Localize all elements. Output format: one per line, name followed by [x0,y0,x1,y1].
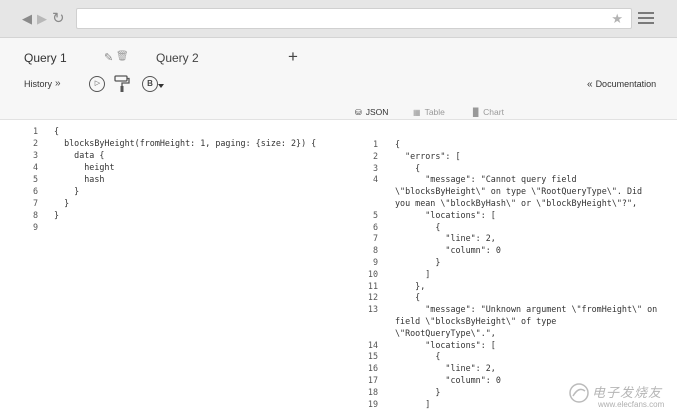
browser-toolbar: ◀ ▶ ↻ ★ [0,0,677,38]
back-icon[interactable]: ◀ [22,11,32,27]
result-text: ] [395,268,431,279]
tab-query-1[interactable]: Query 1 [24,51,67,65]
bar-chart-icon: ▉ [473,108,480,117]
result-text: "line": 2, [395,233,496,244]
watermark-url: www.elecfans.com [598,400,665,409]
line-number: 1 [372,139,378,149]
reload-icon[interactable]: ↻ [52,9,65,27]
line-number: 9 [372,257,378,267]
forward-icon[interactable]: ▶ [37,11,47,27]
run-query-button[interactable]: ▷ [89,76,105,92]
view-chart-label: Chart [483,107,504,117]
line-number: 18 [367,386,378,397]
result-text: ] [395,398,431,409]
result-text: { [395,139,401,149]
documentation-label: Documentation [595,79,657,89]
result-text: "locations": [ [395,209,496,220]
result-text: { [395,162,421,173]
chevron-double-right-icon[interactable]: » [55,78,61,89]
result-text: "line": 2, [395,363,496,374]
result-text: { [395,221,441,232]
code-text[interactable]: } [54,185,79,197]
result-text: { [395,292,421,303]
result-text: } [395,386,441,397]
tab-query-2[interactable]: Query 2 [156,51,199,65]
chevron-double-left-icon: « [587,79,593,90]
result-text: field \"blocksByHeight\" of type [395,316,557,326]
line-number: 7 [32,198,38,208]
result-text: "message": "Unknown argument \"fromHeigh… [395,304,658,315]
result-text: "errors": [ [395,150,461,161]
history-button[interactable]: History [24,79,52,89]
view-json-label: JSON [365,107,389,117]
line-number: 19 [367,398,378,409]
view-json-tab[interactable]: ⛁ JSON [355,107,388,117]
pencil-icon[interactable]: ✎ [104,51,113,64]
result-text: \"RootQueryType\".", [395,327,496,338]
database-icon: ⛁ [355,108,362,117]
line-number: 7 [372,233,378,244]
line-number: 8 [32,210,38,220]
line-number: 2 [32,138,38,148]
line-number: 4 [32,162,38,172]
paint-roller-icon[interactable] [114,75,130,93]
play-icon: ▷ [94,80,101,87]
elecfans-logo [569,383,589,403]
caret-down-icon[interactable] [158,84,164,88]
line-number: 4 [372,174,378,185]
query-editor[interactable]: 1 {2 blocksByHeight(fromHeight: 1, paging… [0,121,340,419]
line-number: 13 [367,304,378,315]
line-number: 11 [367,280,378,291]
trash-icon[interactable]: 🗑 [116,51,129,62]
view-table-label: Table [424,107,445,117]
line-number: 6 [32,186,38,196]
result-viewer: 1 {2 "errors": [ 3 {4 "message": "Cannot q… [350,137,677,419]
view-chart-tab[interactable]: ▉ Chart [473,107,504,117]
watermark-text: 电子发烧友 [592,386,663,401]
line-number: 6 [372,221,378,232]
b-button[interactable]: B [142,76,158,92]
line-number: 5 [372,209,378,220]
line-number: 14 [367,339,378,350]
code-text[interactable]: blocksByHeight(fromHeight: 1, paging: {s… [54,137,316,149]
line-number: 8 [372,245,378,256]
result-text: "column": 0 [395,245,501,256]
app-header: Query 1 ✎ 🗑 Query 2 + History » ▷ B «Doc… [0,38,677,120]
result-text: you mean \"blockByHash\" or \"blockByHei… [395,198,638,208]
star-icon[interactable]: ★ [611,11,623,27]
result-text: "message": "Cannot query field [395,174,577,185]
code-text[interactable]: height [54,161,114,173]
line-number: 15 [367,351,378,362]
table-icon: ▦ [413,108,421,117]
line-number: 5 [32,174,38,184]
result-text: }, [395,280,426,291]
result-text: \"blocksByHeight\" on type \"RootQueryTy… [395,186,643,197]
line-number: 16 [367,363,378,374]
result-text: "locations": [ [395,339,496,350]
line-number: 9 [32,222,38,232]
line-number: 17 [367,375,378,385]
address-bar[interactable]: ★ [76,8,632,29]
result-text: { [395,351,441,362]
result-text: } [395,257,441,267]
line-number: 3 [372,162,378,173]
code-text[interactable]: } [54,209,59,221]
line-number: 3 [32,150,38,160]
code-text[interactable]: data { [54,149,104,161]
add-tab-icon[interactable]: + [288,47,298,67]
watermark: 电子发烧友 www.elecfans.com [568,378,676,416]
code-text[interactable]: } [54,197,69,209]
line-number: 1 [32,126,38,136]
line-number: 12 [367,292,378,303]
line-number: 2 [372,150,378,161]
line-number: 10 [367,268,378,279]
documentation-button[interactable]: «Documentation [587,79,656,90]
view-table-tab[interactable]: ▦ Table [413,107,445,117]
code-text[interactable]: { [54,125,59,137]
result-text: "column": 0 [395,375,501,385]
hamburger-menu-icon[interactable] [638,12,654,27]
code-text[interactable]: hash [54,173,104,185]
